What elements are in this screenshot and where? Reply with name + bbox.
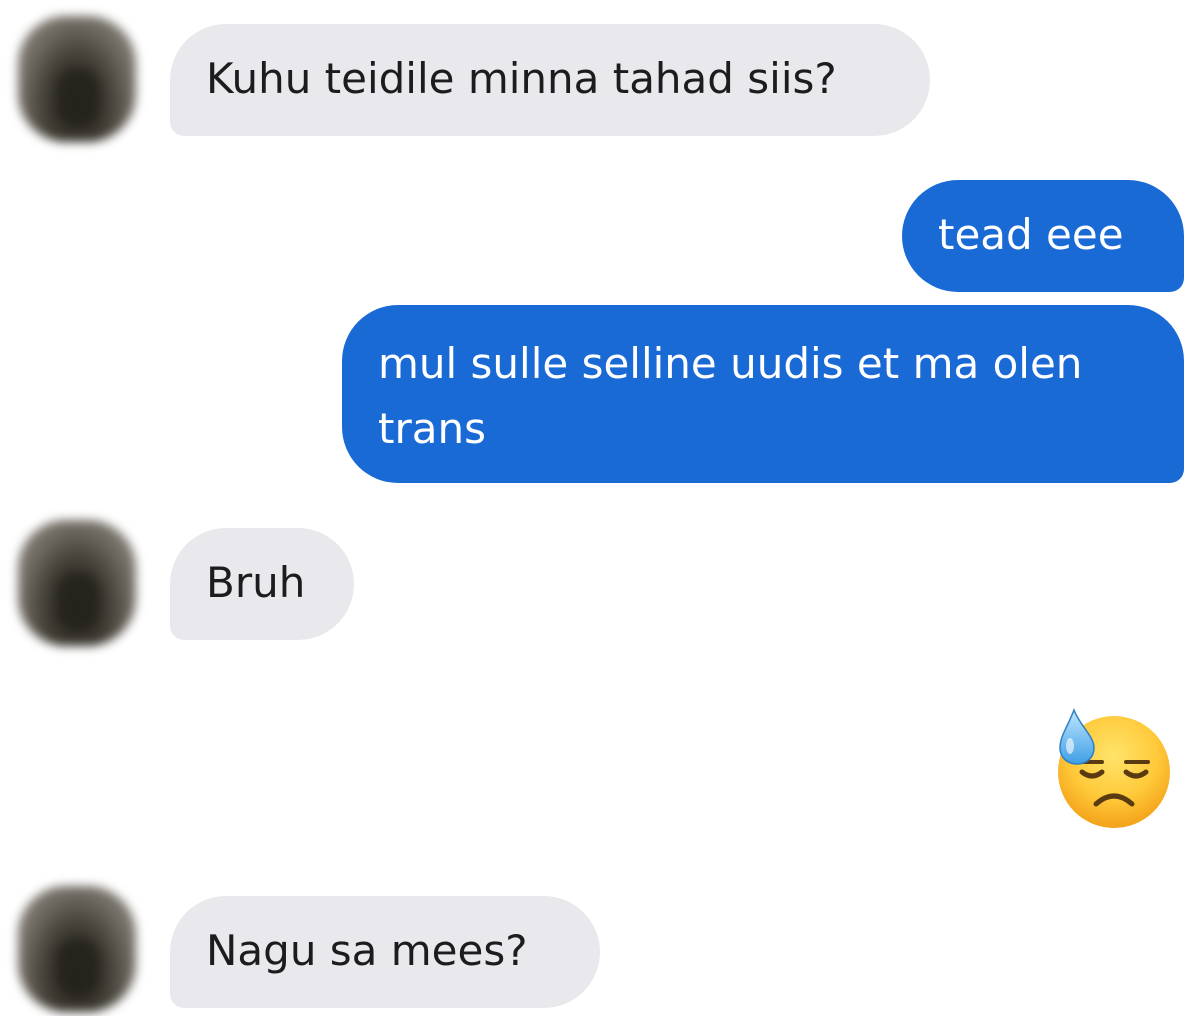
contact-avatar[interactable]: [18, 886, 136, 1012]
message-text: Bruh: [206, 558, 306, 607]
incoming-message-bubble[interactable]: Nagu sa mees?: [170, 896, 600, 1008]
outgoing-message-bubble[interactable]: mul sulle selline uudis et ma olen trans: [342, 305, 1184, 483]
incoming-message-bubble[interactable]: Bruh: [170, 528, 354, 640]
message-text: Kuhu teidile minna tahad siis?: [206, 54, 837, 103]
downcast-face-with-sweat-icon[interactable]: [1052, 704, 1176, 830]
contact-avatar[interactable]: [18, 16, 136, 142]
outgoing-message-bubble[interactable]: tead eee: [902, 180, 1184, 292]
message-text: tead eee: [938, 210, 1124, 259]
contact-avatar[interactable]: [18, 520, 136, 646]
message-text: Nagu sa mees?: [206, 926, 528, 975]
incoming-message-bubble[interactable]: Kuhu teidile minna tahad siis?: [170, 24, 930, 136]
message-text: mul sulle selline uudis et ma olen trans: [378, 339, 1083, 453]
